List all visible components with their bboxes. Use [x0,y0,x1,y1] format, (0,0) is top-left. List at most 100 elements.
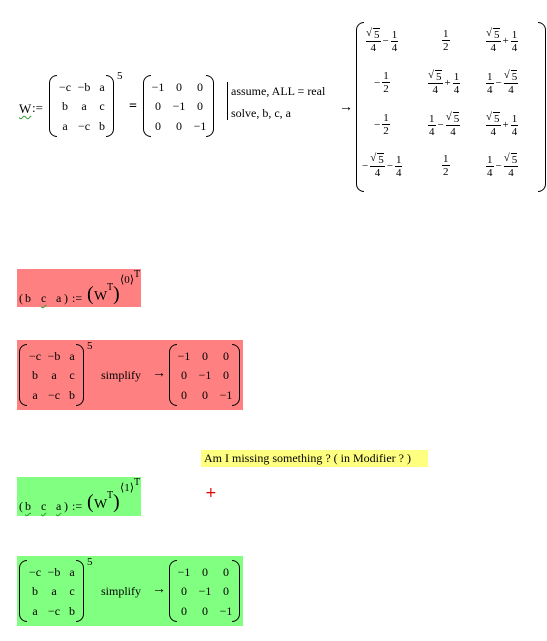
operator: + [444,77,451,89]
outer-transpose: T [134,477,141,488]
matrix-cell: −c [47,388,61,402]
fraction: 54 [370,152,385,179]
open-paren: ( [19,499,23,513]
result-cell: −54−14 [360,152,403,179]
fraction: 54 [445,111,461,138]
modifier-solve[interactable]: solve, b, c, a [231,106,291,121]
symbolic-arrow: → [339,100,353,115]
matrix-cell: b [32,584,38,598]
fraction: 54 [486,27,501,54]
matrix-cell: 0 [202,604,208,618]
matrix-cell: −1 [198,368,212,382]
base-w: W [94,289,108,304]
lhs-b: b [25,499,31,513]
matrix-cell: c [69,584,75,598]
sqrt-symbol: 5 [446,111,460,125]
assign-operator: := [72,291,83,305]
column-index: ⟨1⟩ [120,482,135,494]
matrix-left: −c −b a b a c a −c b [19,344,84,406]
matrix-cell: a [51,368,57,382]
assign-operator: := [72,499,83,513]
matrix-cell: 0 [223,584,229,598]
operator: − [374,76,381,89]
big-open-paren: ( [87,491,94,513]
matrix-cell: a [69,565,75,579]
sqrt-symbol: 5 [504,69,518,83]
matrix-cell: −c [28,349,42,363]
matrix-cell: a [69,349,75,363]
red-column-assign-region[interactable]: ( b c a ) := ( W T ) ⟨0⟩ T [17,269,141,307]
matrix-cell: 0 [155,99,161,113]
matrix-cell: a [32,388,38,402]
matrix-cell: 0 [223,565,229,579]
operator: − [495,160,502,172]
operator: − [495,77,502,89]
matrix-left: −c −b a b a c a −c b [49,75,114,137]
variable-w: W [19,101,32,116]
right-paren [538,22,546,192]
top-equation-region[interactable]: W := −c −b a b a c a −c b 5 = −1 0 0 0 −1 0 0 0 −1 assum… [15,20,546,195]
matrix-cell: 0 [223,368,229,382]
matrix-result: −1 0 0 0 −1 0 0 0 −1 [169,560,240,622]
matrix-cell: −b [47,565,61,579]
result-cell: 12 [442,28,450,53]
fraction: 54 [486,111,501,138]
fraction: 12 [382,112,390,137]
matrix-cell: 0 [176,80,182,94]
matrix-cell: −1 [172,99,186,113]
fraction: 12 [442,153,450,178]
matrix-cell: 0 [155,119,161,133]
fraction: 14 [486,153,494,179]
matrix-cell: −b [77,80,91,94]
operator: − [374,118,381,131]
matrix-cell: 0 [176,119,182,133]
sqrt-symbol: 5 [367,27,380,41]
matrix-cell: −b [47,349,61,363]
lhs-b: b [25,291,31,305]
open-paren: ( [19,291,23,305]
fraction: 54 [503,69,519,96]
matrix-cell: −1 [193,119,207,133]
result-cell: 14−54 [428,111,461,138]
matrix-cell: −1 [177,565,191,579]
close-paren: ) [64,499,68,513]
matrix-cell: b [69,388,75,402]
result-cell: 54+14 [428,69,461,96]
fraction: 12 [382,70,390,95]
fraction: 54 [428,69,443,96]
sqrt-symbol: 5 [487,27,500,41]
matrix-cell: 0 [197,80,203,94]
red-simplify-region[interactable]: −c −b a b a c a −c b 5 simplify → −1 0 0 0 −1 0 0 0 −1 [17,340,243,410]
exponent: 5 [87,340,93,352]
matrix-cell: −1 [177,349,191,363]
base-w: W [94,497,108,512]
result-cell: −1 2 [372,70,390,95]
assign-operator: := [32,100,43,115]
result-cell: 54+14 [486,27,519,54]
green-column-assign-region[interactable]: ( b c a ) := ( W T ) ⟨1⟩ T [17,477,141,516]
fraction: 14 [390,28,399,54]
simplify-keyword: simplify [101,584,142,598]
result-cell: −1 2 [372,112,390,137]
fraction: 14 [394,153,403,179]
comment-text-region[interactable]: Am I missing something ? ( in Modifier ?… [201,450,428,467]
outer-transpose: T [134,269,141,280]
modifier-assume[interactable]: assume, ALL = real [231,84,325,99]
crosshair-cursor: + [205,485,217,501]
operator: + [502,35,509,47]
exponent: 5 [117,70,123,82]
matrix-cell: a [99,80,105,94]
matrix-cell: −c [28,565,42,579]
fraction: 14 [510,28,519,54]
matrix-cell: 0 [181,584,187,598]
left-paren [19,560,27,622]
green-simplify-region[interactable]: −c −b a b a c a −c b 5 simplify → −1 0 0 0 −1 0 0 0 −1 [17,556,243,626]
matrix-cell: b [32,368,38,382]
fraction: 14 [428,112,436,138]
matrix-cell: a [81,99,87,113]
result-cell: 14−54 [486,69,519,96]
matrix-cell: 0 [202,388,208,402]
matrix-cell: b [62,99,68,113]
equals-sign: = [129,99,137,114]
lhs-c: c [41,499,47,513]
